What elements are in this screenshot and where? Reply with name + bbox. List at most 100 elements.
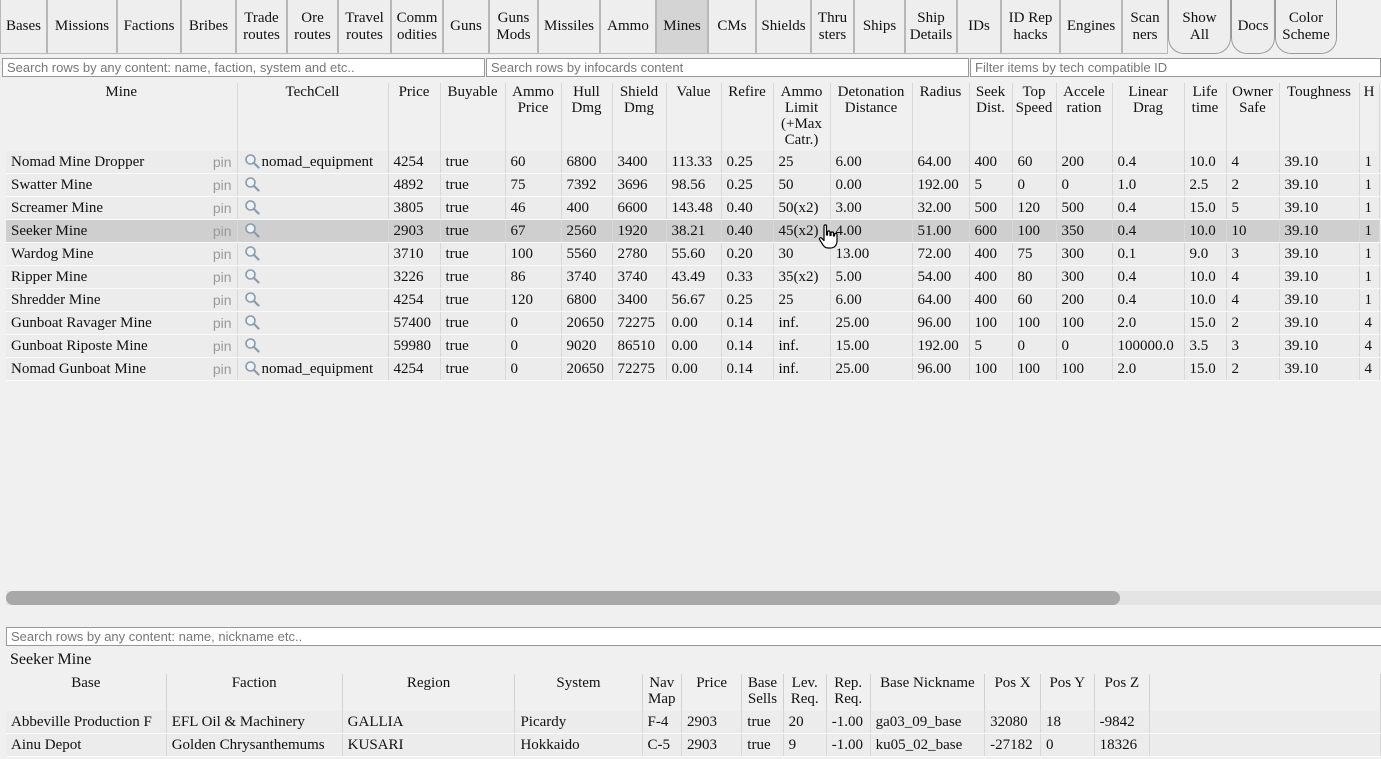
- base-row[interactable]: Ainu Depot Golden Chrysanthemums KUSARI Hok…: [6, 733, 1381, 757]
- nav-tab-shields[interactable]: Shields: [756, 0, 811, 54]
- magnifier-icon[interactable]: [244, 268, 260, 284]
- mine-name[interactable]: Swatter Mine: [11, 177, 92, 193]
- details-header-pos-z[interactable]: Pos Z: [1094, 674, 1151, 711]
- column-header-shield-dmg[interactable]: Shield Dmg: [612, 83, 667, 151]
- nav-tab-ore-routes[interactable]: Ore routes: [287, 0, 338, 54]
- mine-row[interactable]: Seeker Mine pin 2903 true 67 2560 1920 38.21 0.4…: [6, 219, 1380, 243]
- nav-tab-show-all[interactable]: Show All: [1168, 0, 1231, 54]
- mine-name[interactable]: Wardog Mine: [11, 246, 94, 262]
- pin-button[interactable]: pin: [213, 361, 232, 377]
- column-header-owner-safe[interactable]: Owner Safe: [1226, 83, 1280, 151]
- nav-tab-mines[interactable]: Mines: [656, 0, 708, 54]
- pin-button[interactable]: pin: [213, 292, 232, 308]
- magnifier-icon[interactable]: [244, 360, 260, 376]
- column-header-hull-dmg[interactable]: Hull Dmg: [561, 83, 613, 151]
- nav-tab-factions[interactable]: Factions: [117, 0, 181, 54]
- column-header-detonation-distance[interactable]: Detonation Distance: [830, 83, 913, 151]
- column-header-accele-ration[interactable]: Accele ration: [1056, 83, 1113, 151]
- details-header-base[interactable]: Base: [6, 674, 167, 711]
- column-header-price[interactable]: Price: [388, 83, 441, 151]
- nav-tab-missiles[interactable]: Missiles: [538, 0, 600, 54]
- mine-row[interactable]: Gunboat Ravager Mine pin 57400 true 0 20650 72…: [6, 311, 1380, 335]
- nav-tab-missions[interactable]: Missions: [47, 0, 117, 54]
- details-header-faction[interactable]: Faction: [166, 674, 343, 711]
- details-header-pos-y[interactable]: Pos Y: [1040, 674, 1095, 711]
- details-header-nav-map[interactable]: Nav Map: [642, 674, 682, 711]
- pin-button[interactable]: pin: [213, 200, 232, 216]
- search-infocards-input[interactable]: [486, 58, 969, 77]
- magnifier-icon[interactable]: [244, 153, 260, 169]
- magnifier-icon[interactable]: [244, 291, 260, 307]
- details-header-price[interactable]: Price: [681, 674, 743, 711]
- column-header-ammo-price[interactable]: Ammo Price: [505, 83, 562, 151]
- mine-row[interactable]: Screamer Mine pin 3805 true 46 400 6600 143.48 0…: [6, 196, 1380, 220]
- magnifier-icon[interactable]: [244, 245, 260, 261]
- pin-button[interactable]: pin: [213, 223, 232, 239]
- mine-row[interactable]: Nomad Gunboat Mine pin nomad_equipment 4254…: [6, 357, 1380, 381]
- nav-tab-thru-sters[interactable]: Thru sters: [811, 0, 854, 54]
- details-search-input[interactable]: [6, 627, 1381, 646]
- column-header-mine[interactable]: Mine: [6, 83, 238, 151]
- pin-button[interactable]: pin: [213, 177, 232, 193]
- details-header-lev-req[interactable]: Lev. Req.: [783, 674, 827, 711]
- details-header-region[interactable]: Region: [342, 674, 516, 711]
- tech-id-filter-input[interactable]: [970, 58, 1381, 77]
- mine-row[interactable]: Shredder Mine pin 4254 true 120 6800 3400 56.67…: [6, 288, 1380, 312]
- nav-tab-comm-odities[interactable]: Comm odities: [391, 0, 443, 54]
- details-header-system[interactable]: System: [514, 674, 643, 711]
- nav-tab-bribes[interactable]: Bribes: [181, 0, 236, 54]
- mine-name[interactable]: Seeker Mine: [11, 223, 87, 239]
- mine-name[interactable]: Screamer Mine: [11, 200, 103, 216]
- column-header-value[interactable]: Value: [666, 83, 722, 151]
- nav-tab-bases[interactable]: Bases: [0, 0, 47, 54]
- magnifier-icon[interactable]: [244, 176, 260, 192]
- nav-tab-id-rep-hacks[interactable]: ID Rep hacks: [1001, 0, 1060, 54]
- column-header-top-speed[interactable]: Top Speed: [1012, 83, 1057, 151]
- nav-tab-engines[interactable]: Engines: [1060, 0, 1122, 54]
- mine-name[interactable]: Ripper Mine: [11, 269, 87, 285]
- magnifier-icon[interactable]: [244, 314, 260, 330]
- magnifier-icon[interactable]: [244, 199, 260, 215]
- mine-row[interactable]: Gunboat Riposte Mine pin 59980 true 0 9020 865…: [6, 334, 1380, 358]
- column-header-buyable[interactable]: Buyable: [440, 83, 506, 151]
- pin-button[interactable]: pin: [213, 246, 232, 262]
- nav-tab-ships[interactable]: Ships: [854, 0, 905, 54]
- nav-tab-color-scheme[interactable]: Color Scheme: [1275, 0, 1337, 54]
- details-header-base-nickname[interactable]: Base Nickname: [870, 674, 986, 711]
- column-header-radius[interactable]: Radius: [912, 83, 970, 151]
- column-header-ammo-limit-max-catr[interactable]: Ammo Limit (+Max Catr.): [773, 83, 831, 151]
- mine-name[interactable]: Nomad Gunboat Mine: [11, 361, 146, 377]
- nav-tab-travel-routes[interactable]: Travel routes: [338, 0, 391, 54]
- mine-name[interactable]: Shredder Mine: [11, 292, 101, 308]
- mine-name[interactable]: Gunboat Riposte Mine: [11, 338, 148, 354]
- details-header-base-sells[interactable]: Base Sells: [741, 674, 784, 711]
- nav-tab-docs[interactable]: Docs: [1231, 0, 1275, 54]
- pin-button[interactable]: pin: [213, 269, 232, 285]
- column-header-techcell[interactable]: TechCell: [237, 83, 389, 151]
- nav-tab-guns[interactable]: Guns: [443, 0, 489, 54]
- mine-name[interactable]: Nomad Mine Dropper: [11, 154, 144, 170]
- column-header-seek-dist[interactable]: Seek Dist.: [969, 83, 1013, 151]
- details-header-rep-req[interactable]: Rep. Req.: [826, 674, 871, 711]
- nav-tab-guns-mods[interactable]: Guns Mods: [489, 0, 538, 54]
- details-header-pos-x[interactable]: Pos X: [984, 674, 1041, 711]
- nav-tab-cms[interactable]: CMs: [708, 0, 756, 54]
- pin-button[interactable]: pin: [213, 154, 232, 170]
- search-content-input[interactable]: [2, 58, 485, 77]
- base-row[interactable]: Abbeville Production F EFL Oil & Machiner…: [6, 711, 1381, 734]
- nav-tab-scan-ners[interactable]: Scan ners: [1122, 0, 1168, 54]
- column-header-refire[interactable]: Refire: [721, 83, 774, 151]
- pin-button[interactable]: pin: [213, 338, 232, 354]
- nav-tab-ship-details[interactable]: Ship Details: [905, 0, 957, 54]
- horizontal-scrollbar[interactable]: [6, 591, 1381, 605]
- column-header-life-time[interactable]: Life time: [1184, 83, 1227, 151]
- column-header-toughness[interactable]: Toughness: [1279, 83, 1360, 151]
- mine-row[interactable]: Ripper Mine pin 3226 true 86 3740 3740 43.49 0.3…: [6, 265, 1380, 289]
- mine-row[interactable]: Swatter Mine pin 4892 true 75 7392 3696 98.56 0.…: [6, 173, 1380, 197]
- mine-row[interactable]: Nomad Mine Dropper pin nomad_equipment 4254…: [6, 151, 1380, 174]
- mine-name[interactable]: Gunboat Ravager Mine: [11, 315, 152, 331]
- magnifier-icon[interactable]: [244, 222, 260, 238]
- pin-button[interactable]: pin: [213, 315, 232, 331]
- mine-row[interactable]: Wardog Mine pin 3710 true 100 5560 2780 55.60 0.…: [6, 242, 1380, 266]
- nav-tab-ids[interactable]: IDs: [957, 0, 1001, 54]
